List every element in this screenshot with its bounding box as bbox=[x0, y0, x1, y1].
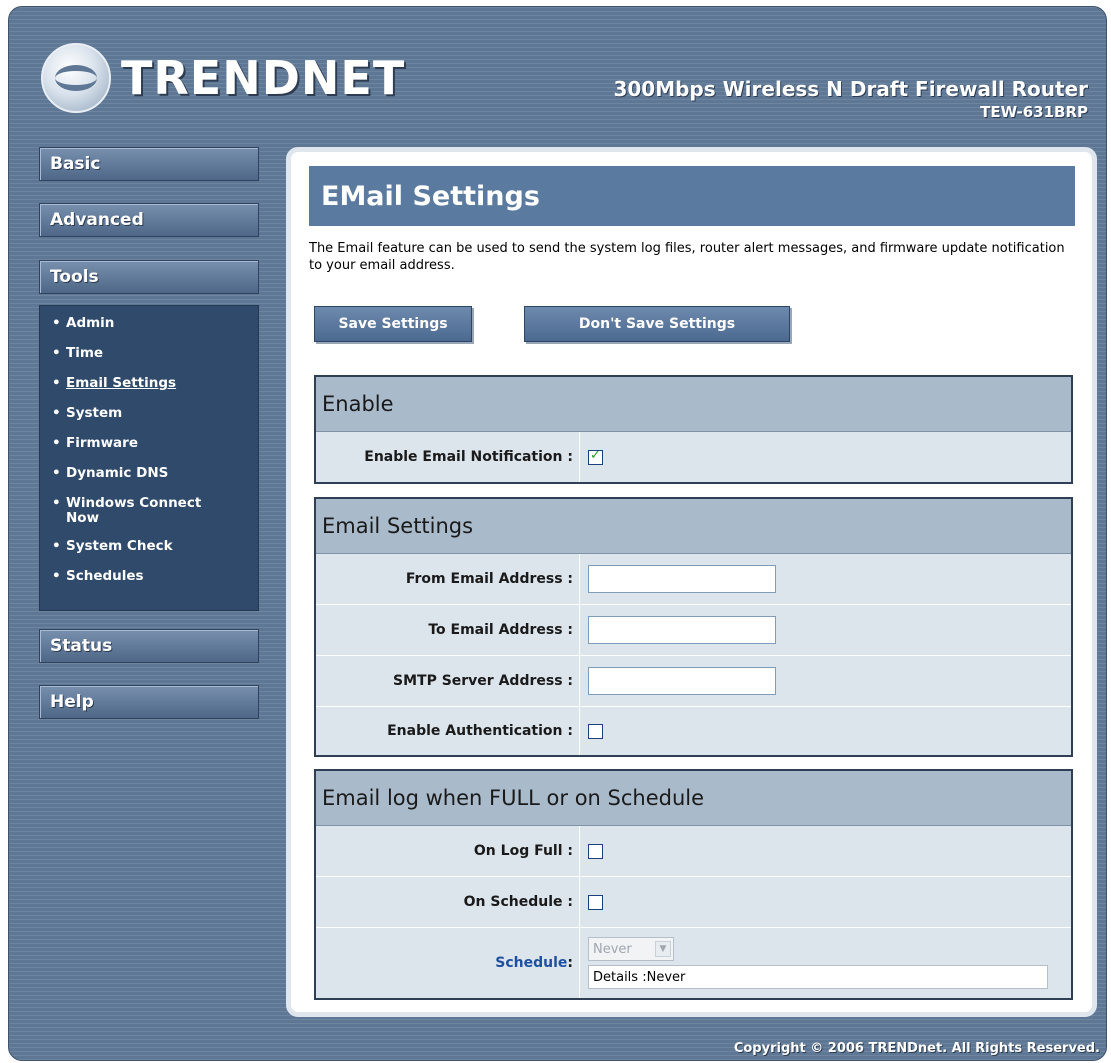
nav-advanced[interactable]: Advanced bbox=[39, 203, 259, 237]
product-info: 300Mbps Wireless N Draft Firewall Router… bbox=[613, 77, 1088, 121]
schedule-link[interactable]: Schedule bbox=[495, 955, 567, 971]
tools-item-admin[interactable]: • Admin bbox=[52, 316, 258, 331]
nav-status[interactable]: Status bbox=[39, 629, 259, 663]
tools-item-time[interactable]: • Time bbox=[52, 346, 258, 361]
on-log-full-label: On Log Full : bbox=[316, 826, 580, 876]
schedule-row: Schedule : Never ▼ Details : Never bbox=[316, 928, 1071, 998]
page-description: The Email feature can be used to send th… bbox=[309, 241, 1065, 273]
enable-email-label: Enable Email Notification : bbox=[316, 432, 580, 482]
model-number: TEW-631BRP bbox=[980, 103, 1088, 121]
details-label: Details : bbox=[593, 969, 647, 985]
email-log-section: Email log when FULL or on Schedule On Lo… bbox=[314, 769, 1073, 1000]
from-email-row: From Email Address : bbox=[316, 554, 1071, 605]
tools-item-schedules[interactable]: • Schedules bbox=[52, 569, 258, 584]
on-schedule-label: On Schedule : bbox=[316, 877, 580, 927]
brand-text: TRENDNET bbox=[121, 51, 406, 105]
enable-email-row: Enable Email Notification : bbox=[316, 432, 1071, 482]
from-email-input[interactable] bbox=[588, 565, 776, 593]
schedule-label-cell: Schedule : bbox=[316, 928, 580, 998]
on-schedule-checkbox[interactable] bbox=[588, 894, 603, 910]
email-settings-heading: Email Settings bbox=[316, 499, 1071, 554]
content-panel: EMail Settings The Email feature can be … bbox=[286, 147, 1097, 1017]
to-email-row: To Email Address : bbox=[316, 605, 1071, 656]
on-log-full-row: On Log Full : bbox=[316, 826, 1071, 877]
from-email-label: From Email Address : bbox=[316, 554, 580, 604]
tools-item-dynamic-dns[interactable]: • Dynamic DNS bbox=[52, 466, 258, 481]
enable-section-heading: Enable bbox=[316, 377, 1071, 432]
enable-auth-label: Enable Authentication : bbox=[316, 707, 580, 755]
schedule-details: Details : Never bbox=[588, 965, 1048, 989]
to-email-input[interactable] bbox=[588, 616, 776, 644]
nav-basic[interactable]: Basic bbox=[39, 147, 259, 181]
tools-item-email-settings[interactable]: • Email Settings bbox=[52, 376, 258, 391]
smtp-server-input[interactable] bbox=[588, 667, 776, 695]
trendnet-logo: TRENDNET bbox=[41, 43, 405, 113]
nav-tools[interactable]: Tools bbox=[39, 260, 259, 294]
router-frame: TRENDNET 300Mbps Wireless N Draft Firewa… bbox=[8, 6, 1107, 1061]
dont-save-settings-button[interactable]: Don't Save Settings bbox=[524, 306, 790, 342]
tools-item-firmware[interactable]: • Firmware bbox=[52, 436, 258, 451]
product-line: 300Mbps Wireless N Draft Firewall Router bbox=[613, 77, 1088, 101]
schedule-select[interactable]: Never ▼ bbox=[588, 937, 674, 961]
chevron-down-icon: ▼ bbox=[655, 941, 671, 957]
tools-item-windows-connect-now[interactable]: • Windows Connect Now bbox=[52, 496, 258, 526]
enable-auth-row: Enable Authentication : bbox=[316, 707, 1071, 755]
email-settings-section: Email Settings From Email Address : To E… bbox=[314, 497, 1073, 757]
tools-submenu: • Admin • Time • Email Settings • System • Fi… bbox=[39, 305, 259, 611]
details-value: Never bbox=[646, 969, 686, 985]
logo-emblem-icon bbox=[41, 43, 111, 113]
enable-section: Enable Enable Email Notification : bbox=[314, 375, 1073, 484]
tools-item-system-check[interactable]: • System Check bbox=[52, 539, 258, 554]
email-log-heading: Email log when FULL or on Schedule bbox=[316, 771, 1071, 826]
to-email-label: To Email Address : bbox=[316, 605, 580, 655]
smtp-server-row: SMTP Server Address : bbox=[316, 656, 1071, 707]
copyright-text: Copyright © 2006 TRENDnet. All Rights Re… bbox=[733, 1041, 1100, 1056]
save-settings-button[interactable]: Save Settings bbox=[314, 306, 472, 342]
schedule-colon: : bbox=[567, 955, 573, 971]
on-schedule-row: On Schedule : bbox=[316, 877, 1071, 928]
nav-help[interactable]: Help bbox=[39, 685, 259, 719]
smtp-server-label: SMTP Server Address : bbox=[316, 656, 580, 706]
enable-auth-checkbox[interactable] bbox=[588, 723, 603, 739]
on-log-full-checkbox[interactable] bbox=[588, 843, 603, 859]
enable-email-checkbox[interactable] bbox=[588, 448, 603, 465]
page-title: EMail Settings bbox=[309, 166, 1075, 226]
schedule-selected-value: Never bbox=[593, 941, 632, 957]
tools-item-system[interactable]: • System bbox=[52, 406, 258, 421]
